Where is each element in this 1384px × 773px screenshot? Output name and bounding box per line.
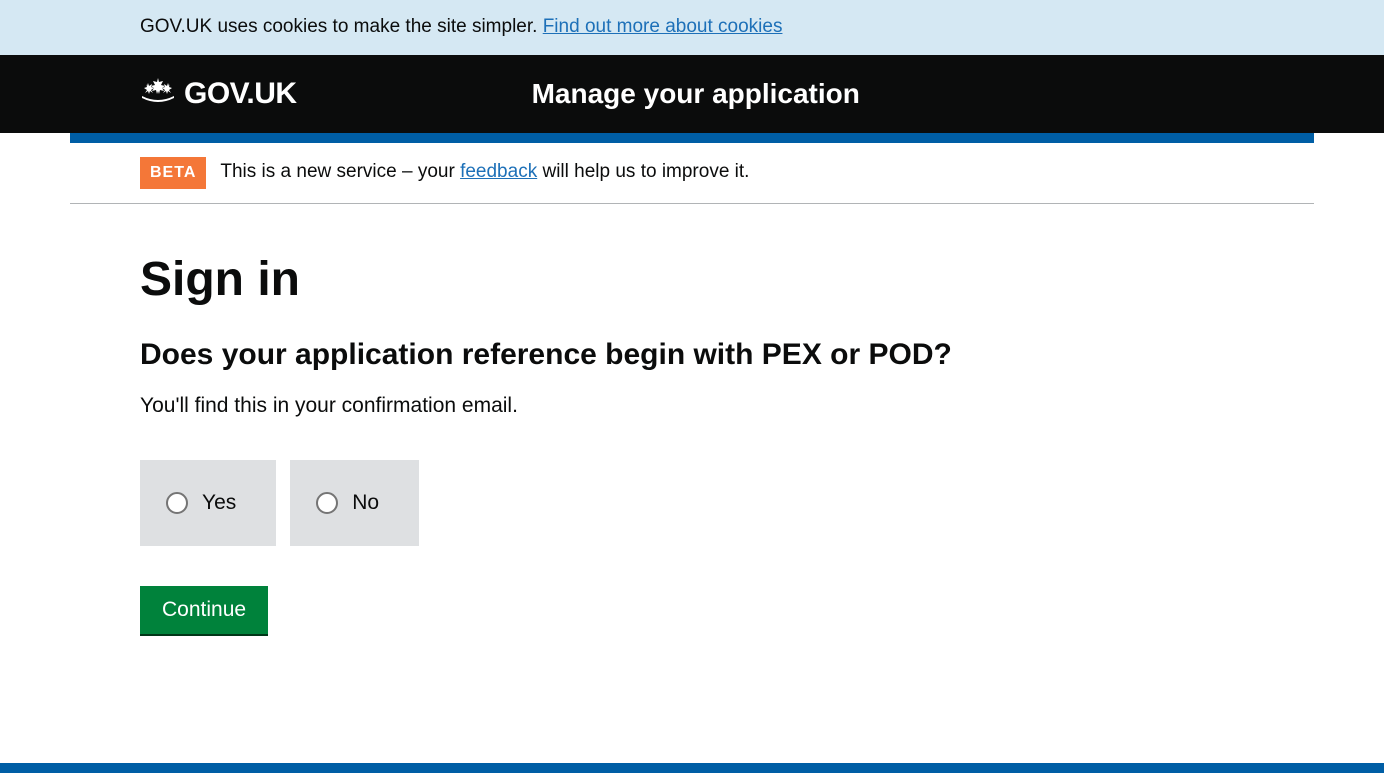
continue-button[interactable]: Continue: [140, 586, 268, 634]
hint-text: You'll find this in your confirmation em…: [140, 391, 1244, 420]
beta-tag: BETA: [140, 157, 206, 189]
main-content: Sign in Does your application reference …: [70, 204, 1314, 714]
radio-no[interactable]: No: [290, 460, 419, 545]
blue-bar: [70, 133, 1314, 143]
radio-yes-label: Yes: [202, 488, 236, 517]
radio-yes[interactable]: Yes: [140, 460, 276, 545]
header: GOV.UK Manage your application: [0, 55, 1384, 133]
question-heading: Does your application reference begin wi…: [140, 337, 1244, 373]
footer-bar: [0, 763, 1384, 773]
phase-text: This is a new service – your feedback wi…: [220, 159, 749, 186]
radio-button-icon: [166, 492, 188, 514]
radio-no-label: No: [352, 488, 379, 517]
page-heading: Sign in: [140, 254, 1244, 307]
govuk-logo-text: GOV.UK: [184, 73, 297, 115]
service-name: Manage your application: [532, 74, 860, 113]
radio-group: Yes No: [140, 460, 1244, 545]
crown-icon: [140, 76, 176, 111]
cookie-text: GOV.UK uses cookies to make the site sim…: [140, 14, 1244, 41]
radio-button-icon: [316, 492, 338, 514]
phase-banner: BETA This is a new service – your feedba…: [70, 143, 1314, 204]
cookie-link[interactable]: Find out more about cookies: [543, 16, 783, 37]
govuk-logo[interactable]: GOV.UK: [140, 73, 297, 115]
feedback-link[interactable]: feedback: [460, 161, 537, 182]
cookie-banner: GOV.UK uses cookies to make the site sim…: [0, 0, 1384, 55]
